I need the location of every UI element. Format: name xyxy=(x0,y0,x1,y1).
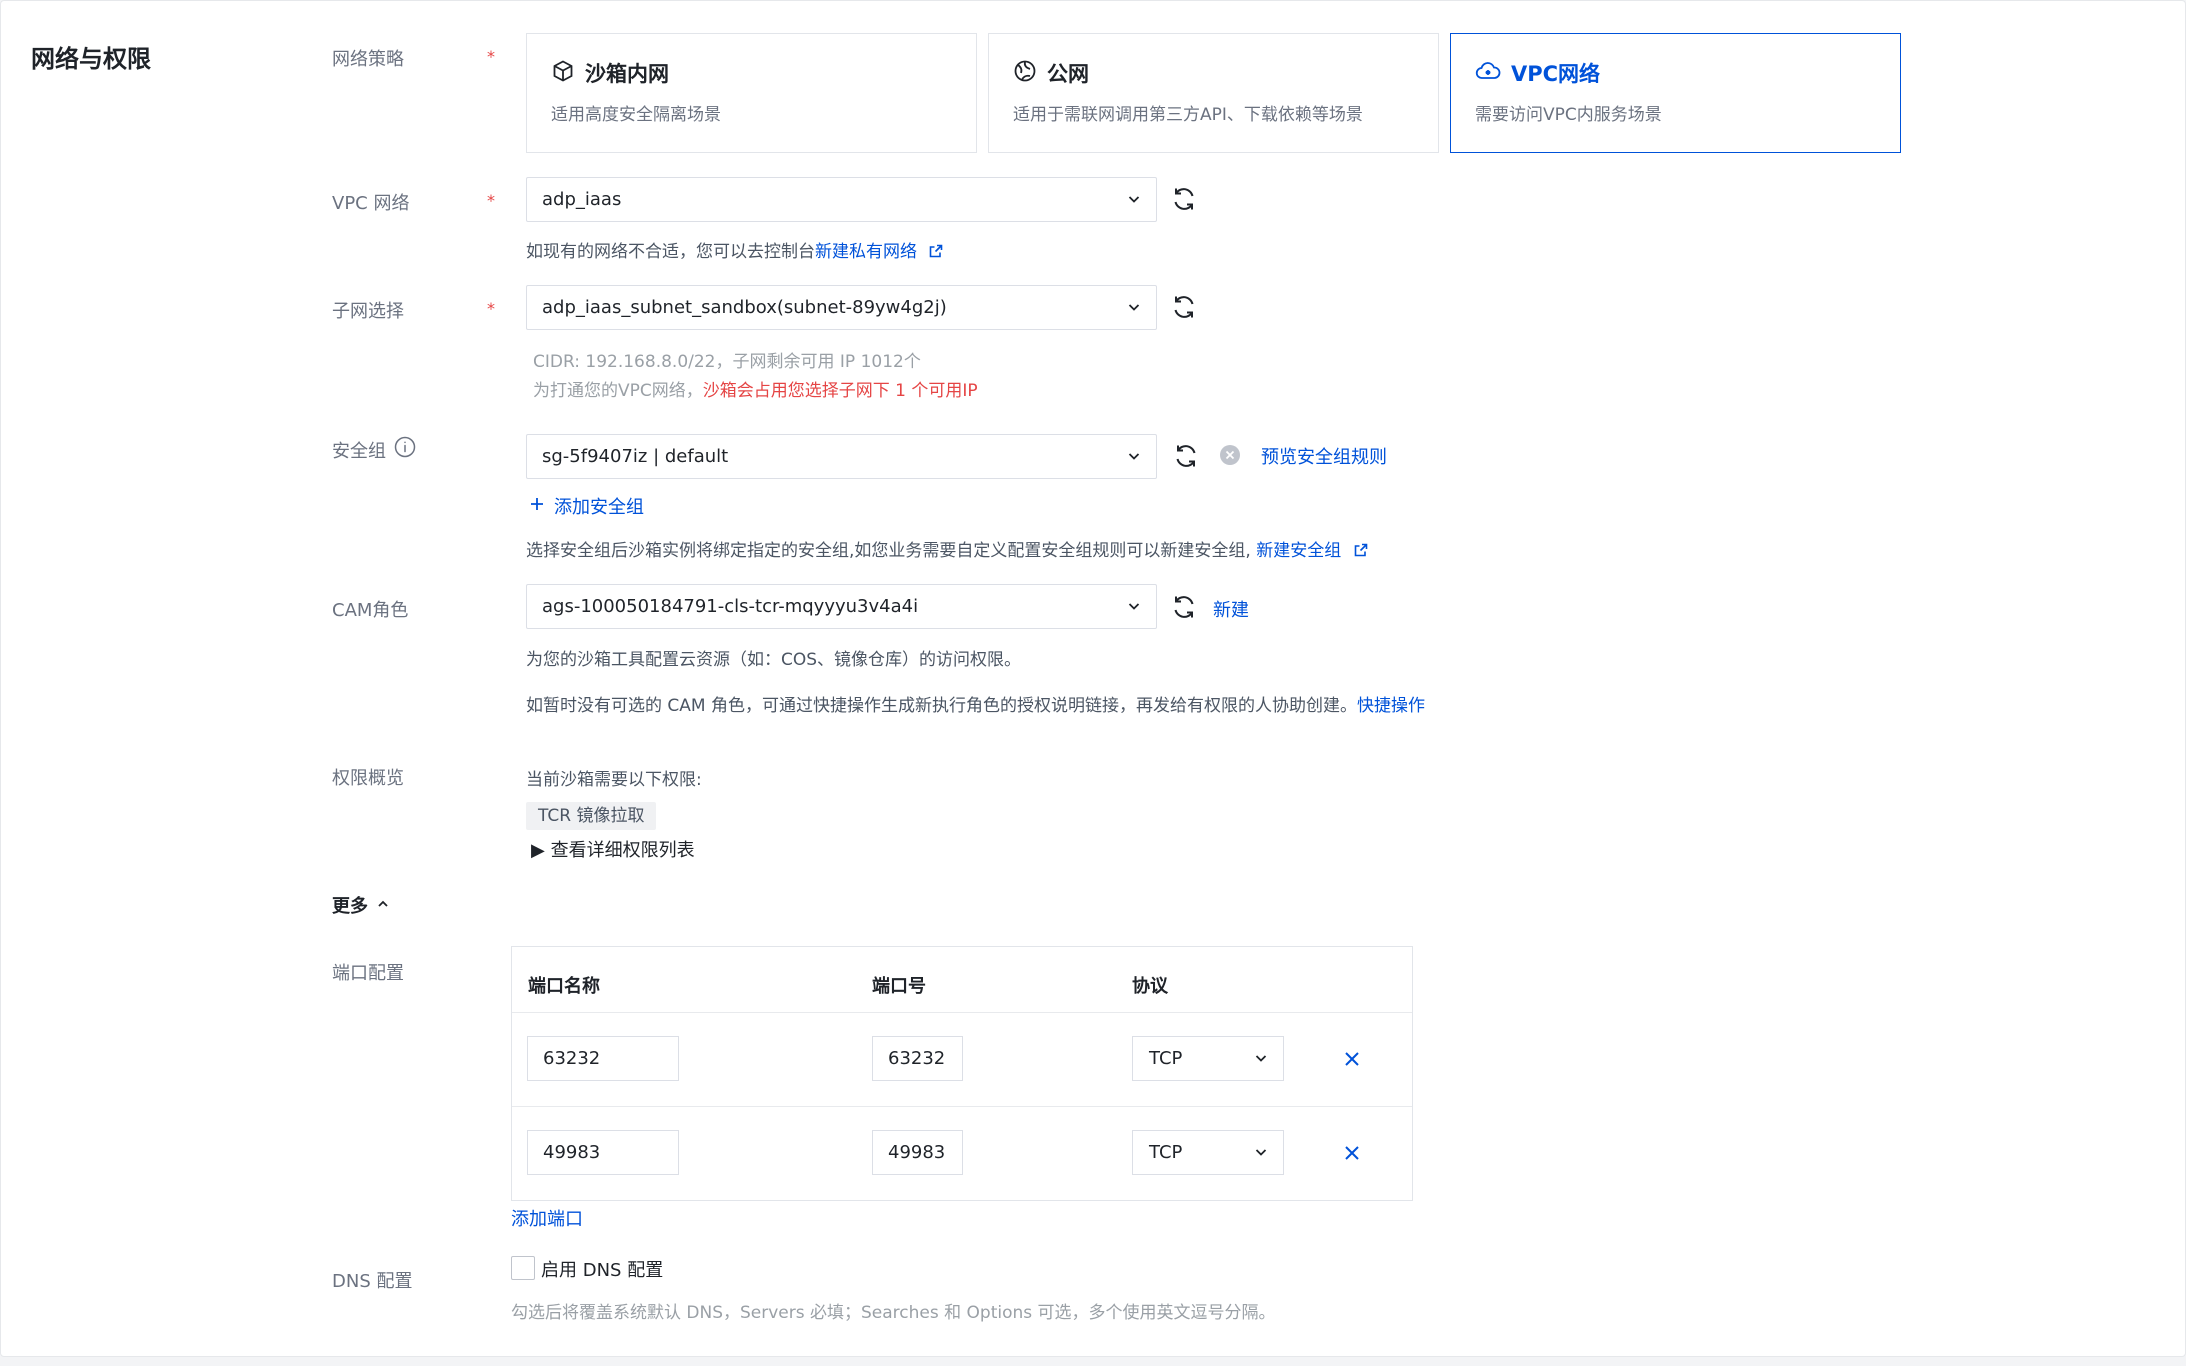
delete-row-icon[interactable] xyxy=(1341,1048,1363,1070)
subnet-select-value: adp_iaas_subnet_sandbox(subnet-89yw4g2j) xyxy=(542,297,947,318)
add-port-button[interactable]: 添加端口 xyxy=(511,1205,583,1231)
required-mark: * xyxy=(487,47,495,66)
more-toggle[interactable]: 更多 xyxy=(332,892,390,918)
chevron-down-icon xyxy=(1126,448,1142,468)
port-name-input[interactable]: 49983 xyxy=(527,1130,679,1175)
network-option-title: 沙箱内网 xyxy=(585,62,669,86)
chevron-down-icon xyxy=(1126,598,1142,618)
protocol-select[interactable]: TCP xyxy=(1132,1130,1284,1175)
security-group-hint: 选择安全组后沙箱实例将绑定指定的安全组,如您业务需要自定义配置安全组规则可以新建… xyxy=(526,536,1369,563)
vpc-select-value: adp_iaas xyxy=(542,189,622,210)
chevron-down-icon xyxy=(1253,1144,1269,1164)
permission-details-toggle[interactable]: ▶ 查看详细权限列表 xyxy=(531,836,695,862)
column-header: 协议 xyxy=(1132,976,1168,997)
port-number-input[interactable]: 63232 xyxy=(872,1036,963,1081)
network-option-public[interactable]: 公网 适用于需联网调用第三方API、下载依赖等场景 xyxy=(988,33,1439,153)
network-option-title: VPC网络 xyxy=(1511,62,1601,86)
enable-dns-checkbox[interactable] xyxy=(511,1256,535,1280)
network-option-sandbox[interactable]: 沙箱内网 适用高度安全隔离场景 xyxy=(526,33,977,153)
create-security-group-link[interactable]: 新建安全组 xyxy=(1256,541,1341,561)
required-mark: * xyxy=(487,299,495,318)
port-name-input[interactable]: 63232 xyxy=(527,1036,679,1081)
column-header: 端口号 xyxy=(872,976,926,997)
network-option-desc: 适用高度安全隔离场景 xyxy=(551,105,721,125)
cam-role-select[interactable]: ags-100050184791-cls-tcr-mqyyyu3v4a4i xyxy=(526,584,1157,629)
cube-icon xyxy=(551,59,575,88)
external-link-icon[interactable] xyxy=(1353,542,1369,563)
section-title: 网络与权限 xyxy=(31,45,151,73)
chevron-down-icon xyxy=(1126,299,1142,319)
protocol-select[interactable]: TCP xyxy=(1132,1036,1284,1081)
permissions-intro: 当前沙箱需要以下权限: xyxy=(526,770,702,790)
port-number-input[interactable]: 49983 xyxy=(872,1130,963,1175)
vpc-select[interactable]: adp_iaas xyxy=(526,177,1157,222)
create-cam-role-link[interactable]: 新建 xyxy=(1213,596,1249,622)
subnet-warning: 为打通您的VPC网络，沙箱会占用您选择子网下 1 个可用IP xyxy=(533,381,978,401)
dns-hint: 勾选后将覆盖系统默认 DNS，Servers 必填；Searches 和 Opt… xyxy=(511,1303,1276,1323)
cloud-icon xyxy=(1475,59,1501,88)
security-group-select[interactable]: sg-5f9407iz | default xyxy=(526,434,1157,479)
refresh-icon[interactable] xyxy=(1171,441,1201,471)
network-permission-panel: 网络与权限 网络策略 * 沙箱内网 适用高度安全隔离场景 公网 适用于需联网调用… xyxy=(0,0,2186,1357)
info-icon[interactable] xyxy=(394,436,416,463)
chevron-down-icon xyxy=(1126,191,1142,211)
permission-tag: TCR 镜像拉取 xyxy=(526,802,657,830)
label-permissions: 权限概览 xyxy=(332,768,404,789)
label-network-policy: 网络策略 xyxy=(332,49,404,70)
add-security-group-label: 添加安全组 xyxy=(554,497,644,518)
label-vpc: VPC 网络 xyxy=(332,193,410,214)
create-vpc-link[interactable]: 新建私有网络 xyxy=(815,242,917,262)
column-header: 端口名称 xyxy=(528,976,600,997)
network-option-desc: 适用于需联网调用第三方API、下载依赖等场景 xyxy=(1013,105,1363,125)
plus-icon xyxy=(528,495,546,517)
quick-action-link[interactable]: 快捷操作 xyxy=(1357,696,1425,716)
security-group-select-value: sg-5f9407iz | default xyxy=(542,446,729,467)
refresh-icon[interactable] xyxy=(1169,592,1199,622)
network-option-title: 公网 xyxy=(1047,62,1089,86)
preview-security-rules-link[interactable]: 预览安全组规则 xyxy=(1261,443,1387,469)
subnet-cidr-info: CIDR: 192.168.8.0/22，子网剩余可用 IP 1012个 xyxy=(533,352,921,372)
subnet-select[interactable]: adp_iaas_subnet_sandbox(subnet-89yw4g2j) xyxy=(526,285,1157,330)
enable-dns-label[interactable]: 启用 DNS 配置 xyxy=(541,1256,663,1282)
chevron-up-icon xyxy=(376,896,390,915)
label-dns-config: DNS 配置 xyxy=(332,1271,413,1292)
refresh-icon[interactable] xyxy=(1169,292,1199,322)
cam-role-hint-quick: 如暂时没有可选的 CAM 角色，可通过快捷操作生成新执行角色的授权说明链接，再发… xyxy=(526,696,1425,716)
port-table: 端口名称 端口号 协议 63232 63232 TCP 49983 49983 … xyxy=(511,946,1413,1201)
network-option-desc: 需要访问VPC内服务场景 xyxy=(1475,105,1662,125)
globe-icon xyxy=(1013,59,1037,88)
more-label: 更多 xyxy=(332,896,368,917)
vpc-hint: 如现有的网络不合适，您可以去控制台新建私有网络 xyxy=(526,237,944,264)
chevron-down-icon xyxy=(1253,1050,1269,1070)
label-port-config: 端口配置 xyxy=(332,963,404,984)
clear-icon[interactable] xyxy=(1219,444,1241,470)
label-security-group: 安全组 xyxy=(332,436,416,463)
external-link-icon[interactable] xyxy=(928,243,944,264)
required-mark: * xyxy=(487,191,495,210)
subnet-warning-highlight: 沙箱会占用您选择子网下 1 个可用IP xyxy=(702,381,978,401)
cam-role-select-value: ags-100050184791-cls-tcr-mqyyyu3v4a4i xyxy=(542,596,919,617)
cam-role-hint: 为您的沙箱工具配置云资源（如：COS、镜像仓库）的访问权限。 xyxy=(526,650,1022,670)
label-subnet: 子网选择 xyxy=(332,301,404,322)
add-security-group-button[interactable]: 添加安全组 xyxy=(528,493,644,519)
delete-row-icon[interactable] xyxy=(1341,1142,1363,1164)
network-option-vpc[interactable]: VPC网络 需要访问VPC内服务场景 xyxy=(1450,33,1901,153)
label-cam-role: CAM角色 xyxy=(332,600,409,621)
refresh-icon[interactable] xyxy=(1169,184,1199,214)
